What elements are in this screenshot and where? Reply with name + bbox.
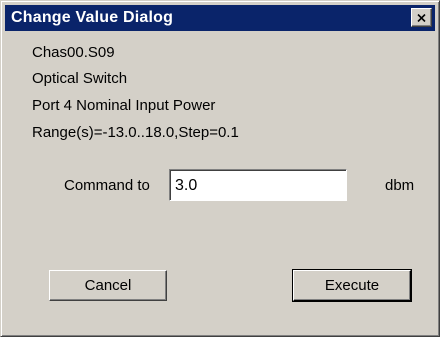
chassis-label: Chas00.S09 xyxy=(32,44,115,61)
close-icon xyxy=(417,13,426,22)
cancel-button[interactable]: Cancel xyxy=(49,270,167,301)
unit-label: dbm xyxy=(385,177,415,194)
range-label: Range(s)=-13.0..18.0,Step=0.1 xyxy=(32,124,239,141)
value-input[interactable] xyxy=(169,169,347,201)
title-bar[interactable]: Change Value Dialog xyxy=(5,5,435,31)
execute-button[interactable]: Execute xyxy=(292,269,412,302)
close-button[interactable] xyxy=(411,8,432,27)
dialog-title: Change Value Dialog xyxy=(11,9,174,26)
change-value-dialog: Change Value Dialog Chas00.S09 Optical S… xyxy=(0,0,440,337)
parameter-label: Port 4 Nominal Input Power xyxy=(32,97,216,114)
device-label: Optical Switch xyxy=(32,70,128,87)
command-label: Command to xyxy=(64,177,150,194)
